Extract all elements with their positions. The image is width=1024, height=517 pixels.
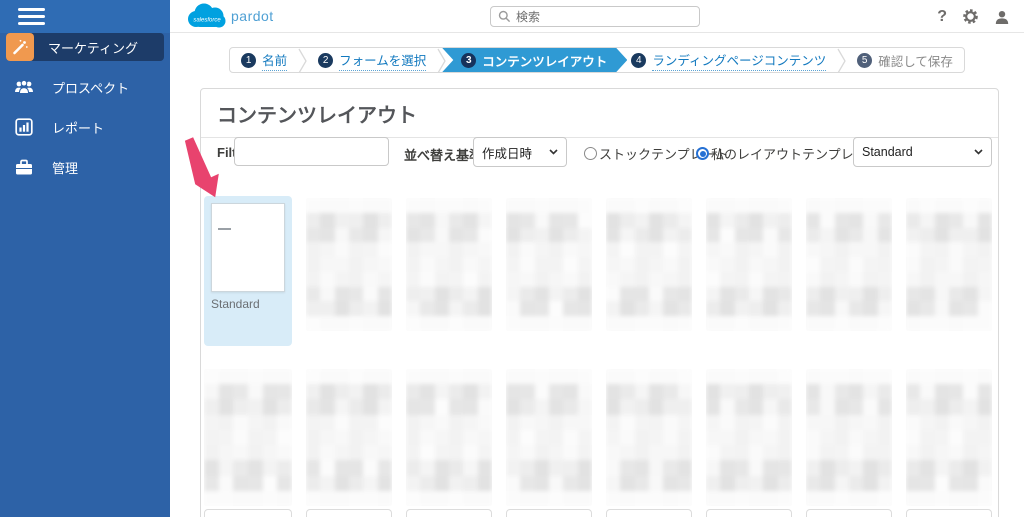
template-thumbnail-blurred[interactable] [806,198,892,331]
step-number-badge: 5 [857,52,873,68]
template-thumbnail-blurred[interactable] [306,198,392,331]
step-separator [837,48,846,72]
template-thumbnail-blurred[interactable] [906,369,992,506]
sidebar-item-marketing[interactable]: マーケティング [6,33,164,61]
briefcase-icon [14,157,34,177]
wizard-step-name[interactable]: 1 名前 [230,48,298,72]
template-thumbnail-blurred[interactable] [706,369,792,506]
content-layout-panel: コンテンツレイアウト Filter 並べ替え基準 作成日時 ストックテンプレート… [200,88,999,517]
sidebar-item-label: レポート [52,120,105,136]
wizard-step-content-layout[interactable]: 3 コンテンツレイアウト [442,48,627,72]
step-number-badge: 4 [631,52,647,68]
template-card-partial[interactable] [806,509,892,517]
radio-checked-icon [696,147,709,160]
template-card-partial[interactable] [906,509,992,517]
user-icon[interactable] [994,9,1010,25]
step-label: ランディングページコンテンツ [652,50,827,71]
template-thumbnail-blurred[interactable] [906,198,992,331]
wizard-step-landing-page-content[interactable]: 4 ランディングページコンテンツ [620,48,837,72]
chevron-down-icon [974,149,983,155]
filter-input[interactable] [234,137,389,166]
template-card-label: Standard [211,297,260,311]
template-thumbnail-blurred[interactable] [204,369,292,506]
step-number-badge: 3 [461,53,476,68]
wizard-steps: 1 名前 2 フォームを選択 3 コンテンツレイアウト 4 ランディングページコ… [229,47,965,73]
template-card-partial[interactable] [204,509,292,517]
template-grid-row-1: Standard [201,196,998,346]
template-thumbnail-blurred[interactable] [406,198,492,331]
salesforce-cloud-icon: salesforce [188,3,226,28]
sidebar-top [0,0,170,33]
template-card-partial[interactable] [606,509,692,517]
radio-unchecked-icon [584,147,597,160]
page-title: コンテンツレイアウト [201,89,998,138]
template-card-partial[interactable] [406,509,492,517]
template-thumbnail-blurred[interactable] [406,369,492,506]
menu-hamburger-icon[interactable] [18,7,45,26]
sidebar-item-admin[interactable]: 管理 [0,153,170,181]
pardot-logo: salesforce pardot [184,2,274,30]
sort-select-value: 作成日時 [482,146,533,161]
sidebar: マーケティング プロスペクト レポート 管理 [0,0,170,517]
step-separator [437,48,447,72]
search-input[interactable] [516,9,686,24]
step-label: フォームを選択 [339,50,427,71]
sidebar-item-prospects[interactable]: プロスペクト [0,73,170,101]
top-header: salesforce pardot ? [170,0,1024,33]
template-thumbnail-blurred[interactable] [506,198,592,331]
svg-text:salesforce: salesforce [193,18,221,24]
global-search[interactable] [490,6,700,27]
template-card-partial[interactable] [506,509,592,517]
template-thumbnail-blurred[interactable] [706,198,792,331]
step-label: 名前 [262,50,288,71]
template-grid-row-2 [201,369,998,506]
template-thumbnail-blurred[interactable] [306,369,392,506]
step-label: 確認して保存 [878,54,953,69]
header-icons: ? [937,0,1010,33]
step-separator [298,48,307,72]
pardot-wordmark: pardot [231,8,274,24]
template-thumbnail-blurred[interactable] [606,198,692,331]
sidebar-item-label: プロスペクト [52,80,130,96]
search-icon [498,10,511,23]
template-thumbnail-blurred[interactable] [506,369,592,506]
wizard-step-select-form[interactable]: 2 フォームを選択 [307,48,437,72]
gear-icon[interactable] [962,8,979,25]
report-chart-icon [14,117,34,137]
sort-select[interactable]: 作成日時 [473,137,567,167]
sidebar-item-label: 管理 [52,160,79,176]
chevron-down-icon [549,149,558,155]
wizard-wrap: 1 名前 2 フォームを選択 3 コンテンツレイアウト 4 ランディングページコ… [170,47,1024,73]
template-select[interactable]: Standard [853,137,992,167]
sort-by-label: 並べ替え基準 [404,148,483,163]
sidebar-item-label: マーケティング [48,40,138,56]
wand-icon [6,33,34,61]
template-thumbnail-standard [211,203,285,292]
step-label: コンテンツレイアウト [482,54,608,69]
template-select-value: Standard [862,145,913,159]
step-number-badge: 2 [318,52,334,68]
template-thumbnail-blurred[interactable] [606,369,692,506]
people-icon [14,77,34,97]
template-card-partial[interactable] [706,509,792,517]
template-thumbnail-blurred[interactable] [806,369,892,506]
help-icon[interactable]: ? [937,8,947,26]
template-card-partial[interactable] [306,509,392,517]
wizard-step-confirm-save: 5 確認して保存 [846,48,964,72]
sidebar-item-reports[interactable]: レポート [0,113,170,141]
template-grid-row-3 [201,509,998,517]
template-card-standard-selected[interactable]: Standard [204,196,292,346]
step-number-badge: 1 [241,52,257,68]
